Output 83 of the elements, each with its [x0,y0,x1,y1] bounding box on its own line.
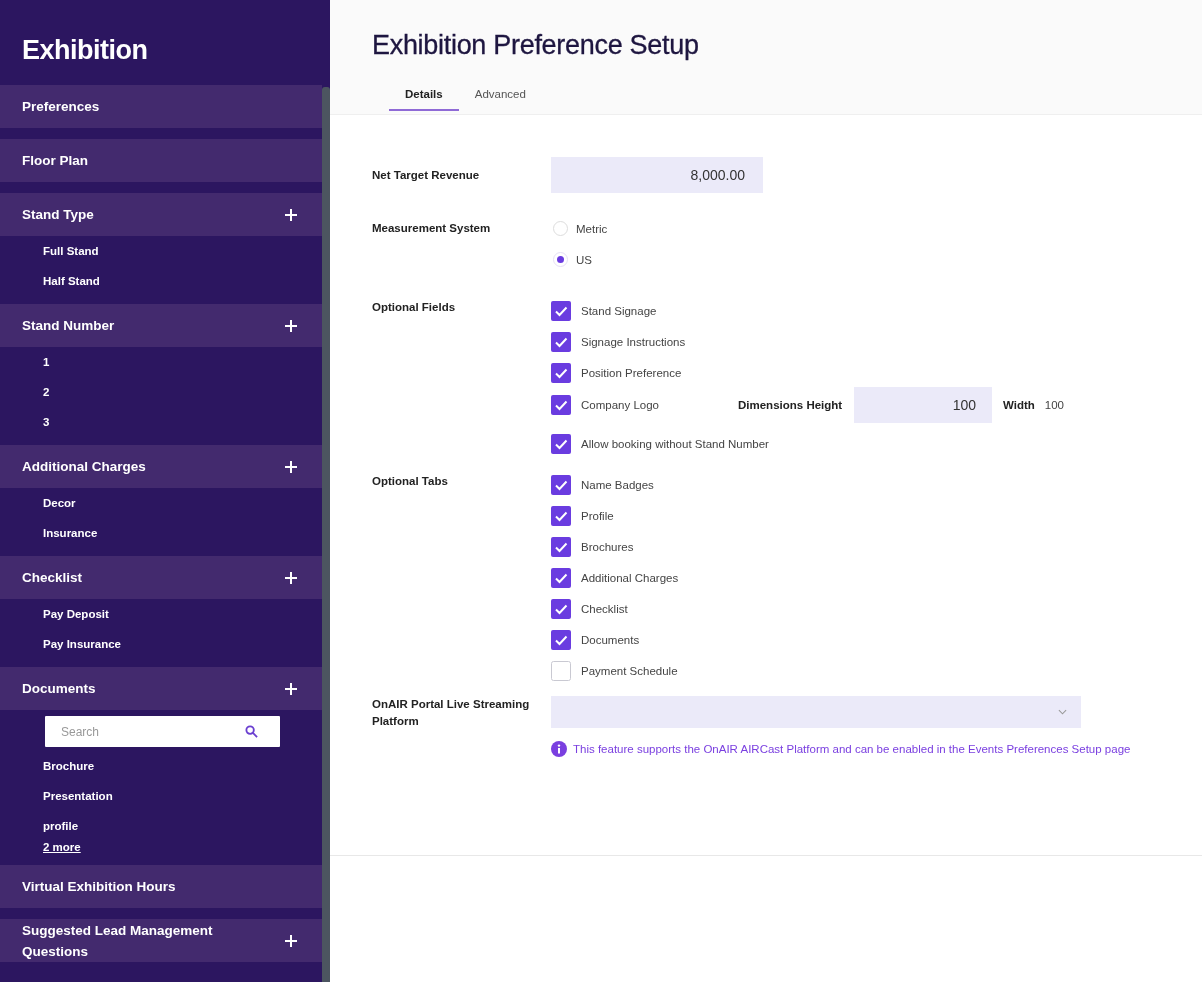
scrollbar[interactable] [322,87,330,982]
sidebar-item[interactable]: Half Stand [43,275,100,287]
field-label: OnAIR Portal Live Streaming Platform [372,697,531,729]
checkbox[interactable] [551,362,571,383]
page-title: Exhibition Preference Setup [372,29,700,62]
plus-icon[interactable] [284,933,298,948]
plus-icon[interactable] [284,318,298,333]
section-label: Additional Charges [22,458,146,476]
sidebar-item[interactable]: Pay Insurance [43,638,121,650]
sidebar-title: Exhibition [21,34,149,67]
option-label: Documents [581,633,640,646]
section-label: Preferences [22,98,100,116]
option-label: Profile [581,509,614,522]
sidebar-section[interactable]: Checklist [0,556,322,599]
tab[interactable]: Advanced [458,82,542,111]
option-label: Stand Signage [581,304,657,317]
sidebar-section[interactable]: Stand Type [0,193,322,236]
sidebar-section[interactable]: Suggested Lead Management Questions [0,919,322,962]
option-label: Signage Instructions [581,335,686,348]
checkbox[interactable] [551,567,571,588]
revenue-field[interactable]: 8,000.00 [551,157,763,193]
checkbox[interactable] [551,598,571,619]
option-label: Payment Schedule [581,664,678,677]
plus-icon[interactable] [284,207,298,222]
option-label: Position Preference [581,366,682,379]
option-label: Additional Charges [581,571,679,584]
option-label: US [576,253,592,266]
sidebar-item[interactable]: 2 [43,386,50,398]
sidebar-item[interactable]: profile [43,820,79,832]
checkbox[interactable] [551,433,571,454]
more-link[interactable]: 2 more [43,841,81,853]
sidebar-item[interactable]: Decor [43,497,76,509]
sidebar-item[interactable]: 1 [43,356,50,368]
search-icon[interactable] [245,725,258,738]
plus-icon[interactable] [284,570,298,585]
sidebar-item[interactable]: Brochure [43,760,95,772]
checkbox[interactable] [551,300,571,321]
option-label: Checklist [581,602,628,615]
checkbox[interactable] [551,395,571,415]
section-label: Checklist [22,569,83,587]
tab[interactable]: Details [389,82,459,111]
section-label: Stand Type [22,206,94,224]
option-label: Company Logo [581,399,659,411]
field-label: Optional Fields [372,300,457,315]
field-label: Measurement System [372,221,492,236]
option-label: Allow booking without Stand Number [581,437,769,450]
sidebar-item[interactable]: Pay Deposit [43,608,109,620]
dimension-label: Width [1003,399,1035,411]
field-label: Optional Tabs [372,474,449,489]
plus-icon[interactable] [284,681,298,696]
option-label: Name Badges [581,478,654,491]
sidebar-section[interactable]: Floor Plan [0,139,322,182]
sidebar-section[interactable]: Stand Number [0,304,322,347]
checkbox[interactable] [551,331,571,352]
width-value: 100 [1044,399,1064,411]
section-label: Suggested Lead Management Questions [22,921,214,961]
option-label: Brochures [581,540,634,553]
sidebar-section[interactable]: Virtual Exhibition Hours [0,865,322,908]
sidebar-section[interactable]: Documents [0,667,322,710]
info-note: This feature supports the OnAIR AIRCast Platform and can be enabled in the Events Preferences Setup page [573,743,1131,755]
checkbox[interactable] [551,505,571,526]
sidebar-section[interactable]: Additional Charges [0,445,322,488]
sidebar-item[interactable]: 3 [43,416,50,428]
sidebar-section[interactable]: Preferences [0,85,322,128]
sidebar-item[interactable]: Presentation [43,790,113,802]
search-field[interactable]: Search [45,716,280,747]
section-label: Virtual Exhibition Hours [22,878,176,896]
field-label: Net Target Revenue [372,167,481,183]
info-icon [551,741,567,757]
option-label: Metric [576,222,608,235]
checkbox[interactable] [551,629,571,650]
checkbox[interactable] [551,660,571,681]
section-label: Stand Number [22,317,115,335]
dimension-label: Dimensions Height [738,399,844,411]
section-label: Documents [22,680,96,698]
plus-icon[interactable] [284,459,298,474]
checkbox[interactable] [551,536,571,557]
height-field[interactable]: 100 [854,387,992,423]
checkbox[interactable] [551,474,571,495]
sidebar-item[interactable]: Insurance [43,527,98,539]
section-label: Floor Plan [22,152,88,170]
chevron-down-icon [1058,709,1067,715]
sidebar-item[interactable]: Full Stand [43,245,99,257]
